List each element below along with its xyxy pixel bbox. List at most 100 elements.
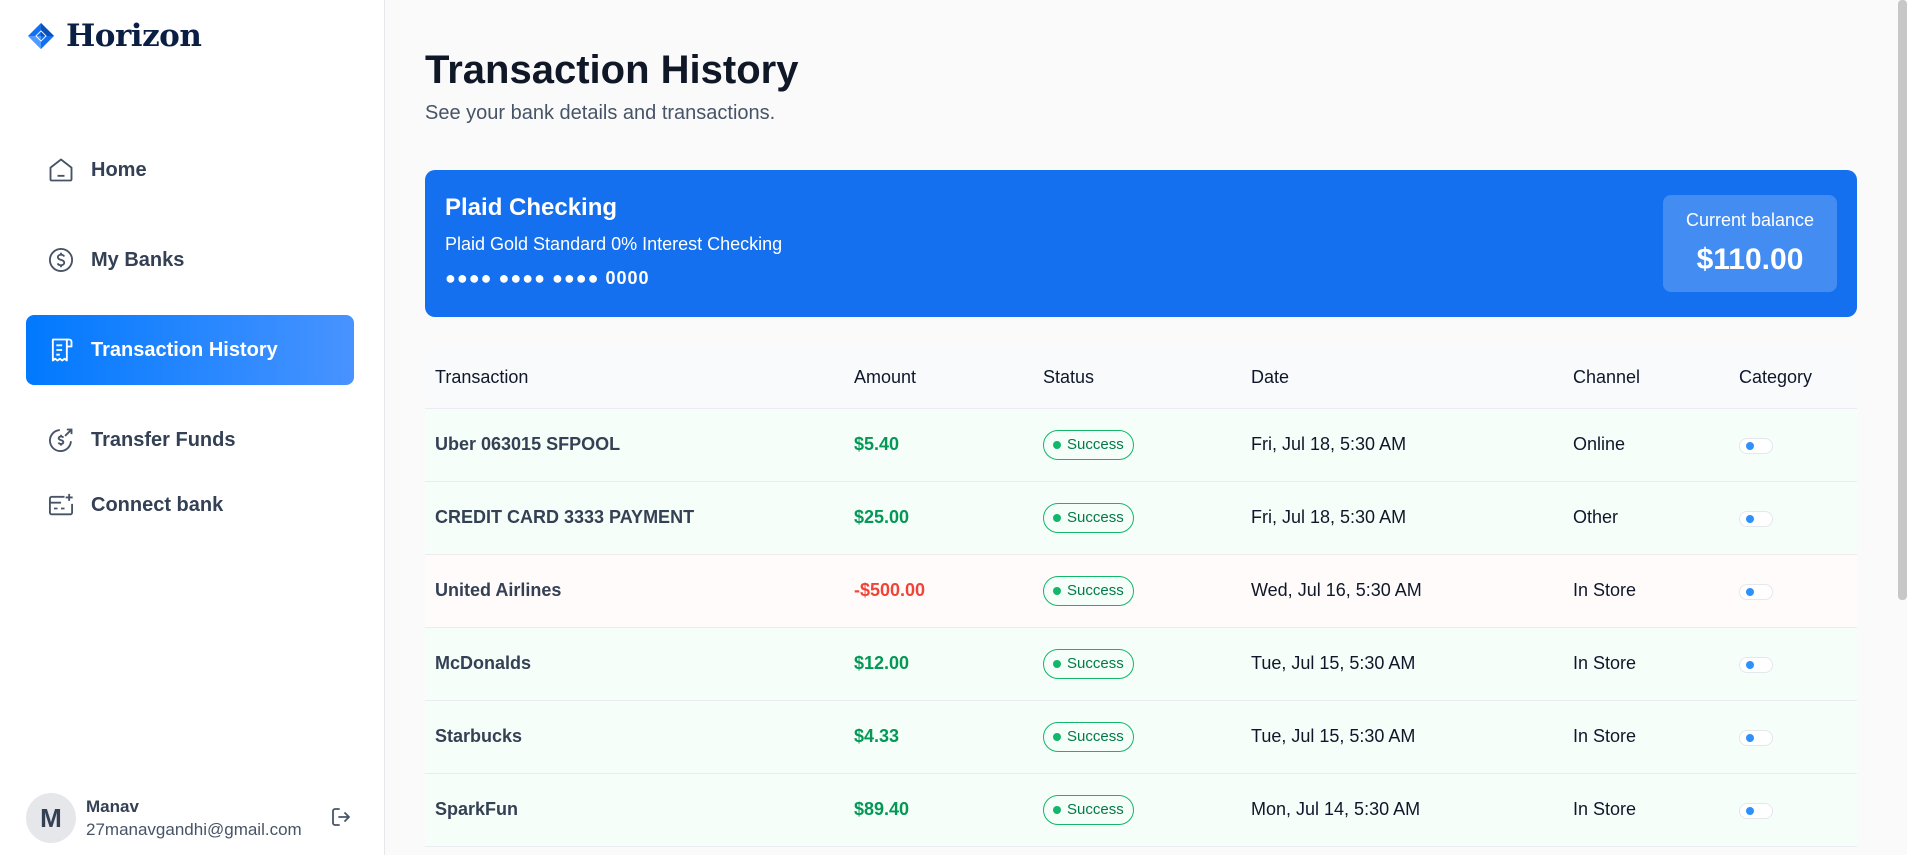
category-dot-icon bbox=[1746, 807, 1754, 815]
transaction-name: United Airlines bbox=[425, 554, 844, 628]
transaction-date: Fri, Jul 18, 5:30 AM bbox=[1241, 481, 1563, 555]
category-dot-icon bbox=[1746, 734, 1754, 742]
logout-icon bbox=[332, 808, 350, 826]
sidebar-item-connect-bank[interactable]: Connect bank bbox=[26, 485, 354, 525]
transaction-date: Tue, Jul 15, 5:30 AM bbox=[1241, 700, 1563, 774]
category-cell bbox=[1729, 554, 1857, 628]
status-dot-icon bbox=[1053, 586, 1061, 595]
horizon-logo-icon bbox=[28, 23, 54, 49]
transaction-channel: In Store bbox=[1563, 627, 1729, 701]
transaction-channel: In Store bbox=[1563, 700, 1729, 774]
category-badge bbox=[1739, 803, 1773, 819]
table-row[interactable]: United Airlines -$500.00 Success Wed, Ju… bbox=[425, 554, 1857, 628]
sidebar-item-label: Connect bank bbox=[91, 493, 224, 516]
status-badge: Success bbox=[1043, 648, 1134, 679]
transaction-amount: $25.00 bbox=[844, 481, 1033, 555]
transaction-channel: In Store bbox=[1563, 773, 1729, 847]
logo[interactable]: Horizon bbox=[26, 18, 202, 54]
column-header-transaction: Transaction bbox=[425, 348, 844, 409]
category-dot-icon bbox=[1746, 588, 1754, 596]
transaction-amount: $5.40 bbox=[844, 408, 1033, 482]
user-info: Manav 27manavgandhi@gmail.com bbox=[86, 797, 302, 840]
home-icon bbox=[46, 155, 76, 185]
transaction-name: McDonalds bbox=[425, 627, 844, 701]
account-mask: ●●●● ●●●● ●●●● 0000 bbox=[445, 268, 650, 288]
status-badge: Success bbox=[1043, 575, 1134, 606]
transaction-amount: $12.00 bbox=[844, 627, 1033, 701]
logout-button[interactable] bbox=[326, 802, 356, 832]
status-dot-icon bbox=[1053, 805, 1061, 814]
money-send-icon bbox=[46, 425, 76, 455]
user-footer: M Manav 27manavgandhi@gmail.com bbox=[26, 788, 356, 848]
sidebar-nav: Home My Banks Transaction History Transf… bbox=[26, 135, 354, 545]
status-badge: Success bbox=[1043, 721, 1134, 752]
transaction-name: Starbucks bbox=[425, 700, 844, 774]
table-row[interactable]: CREDIT CARD 3333 PAYMENT $25.00 Success … bbox=[425, 481, 1857, 555]
sidebar-item-home[interactable]: Home bbox=[26, 135, 354, 205]
connect-bank-icon bbox=[46, 490, 76, 520]
transaction-amount: $4.33 bbox=[844, 700, 1033, 774]
user-email: 27manavgandhi@gmail.com bbox=[86, 819, 302, 839]
transaction-channel: Other bbox=[1563, 481, 1729, 555]
transaction-date: Mon, Jul 14, 5:30 AM bbox=[1241, 773, 1563, 847]
status-dot-icon bbox=[1053, 440, 1061, 449]
transaction-amount: -$500.00 bbox=[844, 554, 1033, 628]
balance-box: Current balance $110.00 bbox=[1663, 195, 1837, 292]
category-cell bbox=[1729, 773, 1857, 847]
category-cell bbox=[1729, 627, 1857, 701]
transaction-name: SparkFun bbox=[425, 773, 844, 847]
status-label: Success bbox=[1067, 655, 1124, 672]
sidebar-item-transfer-funds[interactable]: Transfer Funds bbox=[26, 405, 354, 475]
app-name: Horizon bbox=[66, 18, 202, 54]
status-badge: Success bbox=[1043, 794, 1134, 825]
column-header-channel: Channel bbox=[1563, 348, 1729, 409]
status-badge: Success bbox=[1043, 429, 1134, 460]
transaction-date: Fri, Jul 18, 5:30 AM bbox=[1241, 408, 1563, 482]
balance-value: $110.00 bbox=[1696, 243, 1804, 276]
status-label: Success bbox=[1067, 509, 1124, 526]
dollar-circle-icon bbox=[46, 245, 76, 275]
page-scrollbar[interactable] bbox=[1898, 0, 1907, 600]
table-row[interactable]: Starbucks $4.33 Success Tue, Jul 15, 5:3… bbox=[425, 700, 1857, 774]
transaction-date: Wed, Jul 16, 5:30 AM bbox=[1241, 554, 1563, 628]
category-badge bbox=[1739, 584, 1773, 600]
sidebar-item-my-banks[interactable]: My Banks bbox=[26, 225, 354, 295]
status-dot-icon bbox=[1053, 659, 1061, 668]
sidebar-item-label: Home bbox=[91, 158, 147, 181]
bank-info-card[interactable]: Plaid Checking Plaid Gold Standard 0% In… bbox=[425, 170, 1857, 317]
category-dot-icon bbox=[1746, 661, 1754, 669]
table-row[interactable]: Uber 063015 SFPOOL $5.40 Success Fri, Ju… bbox=[425, 408, 1857, 482]
status-dot-icon bbox=[1053, 732, 1061, 741]
column-header-amount: Amount bbox=[844, 348, 1033, 409]
status-badge: Success bbox=[1043, 502, 1134, 533]
avatar[interactable]: M bbox=[26, 793, 76, 843]
status-cell: Success bbox=[1033, 554, 1241, 628]
column-header-category: Category bbox=[1729, 348, 1857, 409]
balance-label: Current balance bbox=[1685, 210, 1815, 230]
table-header-row: Transaction Amount Status Date Channel C… bbox=[425, 348, 1857, 409]
sidebar: Horizon Home My Banks Transaction Histor… bbox=[0, 0, 385, 855]
receipt-icon bbox=[46, 335, 76, 365]
category-badge bbox=[1739, 657, 1773, 673]
status-label: Success bbox=[1067, 436, 1124, 453]
transactions-table: Transaction Amount Status Date Channel C… bbox=[425, 348, 1857, 847]
table-row[interactable]: SparkFun $89.40 Success Mon, Jul 14, 5:3… bbox=[425, 773, 1857, 847]
category-badge bbox=[1739, 730, 1773, 746]
transaction-date: Tue, Jul 15, 5:30 AM bbox=[1241, 627, 1563, 701]
sidebar-item-transaction-history[interactable]: Transaction History bbox=[26, 315, 354, 385]
status-cell: Success bbox=[1033, 408, 1241, 482]
category-cell bbox=[1729, 481, 1857, 555]
status-cell: Success bbox=[1033, 481, 1241, 555]
transaction-amount: $89.40 bbox=[844, 773, 1033, 847]
category-cell bbox=[1729, 700, 1857, 774]
category-cell bbox=[1729, 408, 1857, 482]
table-row[interactable]: McDonalds $12.00 Success Tue, Jul 15, 5:… bbox=[425, 627, 1857, 701]
sidebar-item-label: My Banks bbox=[91, 248, 185, 271]
page-title: Transaction History bbox=[425, 48, 799, 92]
sidebar-item-label: Transaction History bbox=[91, 338, 278, 361]
category-badge bbox=[1739, 511, 1773, 527]
status-cell: Success bbox=[1033, 700, 1241, 774]
transaction-name: Uber 063015 SFPOOL bbox=[425, 408, 844, 482]
transaction-channel: In Store bbox=[1563, 554, 1729, 628]
status-label: Success bbox=[1067, 728, 1124, 745]
